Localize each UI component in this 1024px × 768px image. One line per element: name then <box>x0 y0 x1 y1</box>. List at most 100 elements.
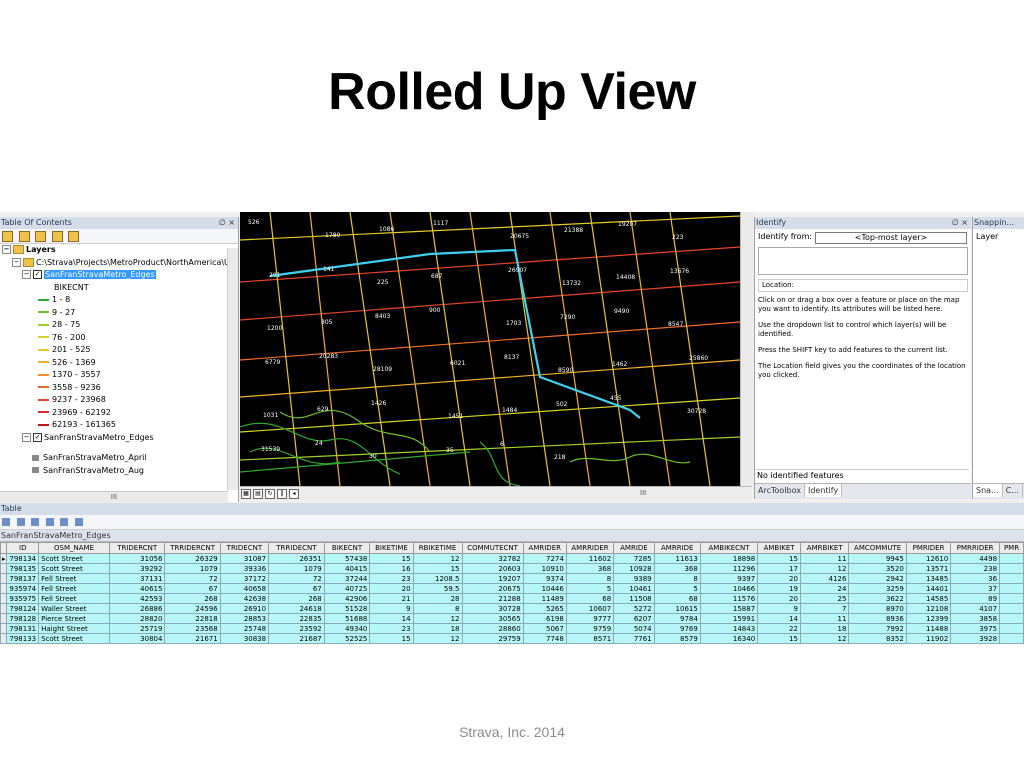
table-cell[interactable]: 10446 <box>522 583 567 594</box>
table-cell[interactable]: 5265 <box>522 603 567 614</box>
layer-visibility-checkbox[interactable]: ✓ <box>33 432 42 442</box>
table-cell[interactable] <box>999 633 1024 644</box>
table-cell[interactable]: 72 <box>268 573 325 584</box>
table-cell[interactable]: 9397 <box>699 573 759 584</box>
table-cell[interactable]: 37 <box>950 583 1001 594</box>
table-cell[interactable]: 15 <box>369 553 414 564</box>
clear-selection-icon[interactable] <box>60 518 69 526</box>
table-cell[interactable]: 798137 <box>6 573 40 584</box>
table-cell[interactable]: 37244 <box>323 573 371 584</box>
column-header[interactable]: PMR <box>999 542 1024 554</box>
layer-aug[interactable]: SanFranStravaMetro_Aug <box>2 465 238 478</box>
table-cell[interactable]: 51528 <box>323 603 371 614</box>
table-cell[interactable]: 15 <box>757 553 801 564</box>
table-cell[interactable] <box>999 563 1024 574</box>
table-cell[interactable] <box>999 623 1024 634</box>
legend-item[interactable]: 62193 - 161365 <box>2 419 238 432</box>
table-cell[interactable]: 14 <box>757 613 801 624</box>
table-cell[interactable]: 67 <box>268 583 325 594</box>
table-cell[interactable]: 238 <box>950 563 1001 574</box>
table-cell[interactable]: 21671 <box>164 633 221 644</box>
table-cell[interactable]: 11489 <box>522 593 567 604</box>
table-cell[interactable]: 15887 <box>699 603 759 614</box>
table-cell[interactable]: 16340 <box>699 633 759 644</box>
column-header[interactable]: TRRIDECNT <box>268 542 325 554</box>
map-view[interactable]: 526 1780 1086 1117 20675 21388 19207 223 201 141 2… <box>240 212 740 486</box>
table-cell[interactable]: 3259 <box>848 583 907 594</box>
table-cell[interactable]: 17 <box>757 563 801 574</box>
table-cell[interactable]: 9374 <box>522 573 567 584</box>
location-field[interactable]: Location: <box>758 279 968 292</box>
table-cell[interactable]: 24 <box>799 583 850 594</box>
column-header[interactable]: AMRIDER <box>522 542 567 554</box>
tab-snapping[interactable]: Sna... <box>973 484 1003 497</box>
list-by-source-icon[interactable] <box>18 231 30 242</box>
table-row[interactable]: 798137 Fell Street 37131 72 37172 72 37244 23 12… <box>0 573 1024 584</box>
table-cell[interactable]: 24618 <box>268 603 325 614</box>
table-cell[interactable]: Pierce Street <box>38 613 110 624</box>
table-cell[interactable]: 51688 <box>323 613 371 624</box>
legend-item[interactable]: 3558 - 9236 <box>2 382 238 395</box>
map-horizontal-scrollbar[interactable]: III <box>640 489 646 497</box>
table-cell[interactable]: 11488 <box>905 623 952 634</box>
table-cell[interactable]: 11576 <box>699 593 759 604</box>
column-header[interactable]: AMBIKECNT <box>699 542 759 554</box>
table-cell[interactable]: 268 <box>268 593 325 604</box>
table-cell[interactable]: 40725 <box>323 583 371 594</box>
table-cell[interactable]: 3520 <box>848 563 907 574</box>
table-cell[interactable]: 57438 <box>323 553 371 564</box>
table-cell[interactable]: 39336 <box>219 563 270 574</box>
table-cell[interactable]: 37172 <box>219 573 270 584</box>
table-cell[interactable]: 935975 <box>6 593 40 604</box>
table-cell[interactable]: 24596 <box>164 603 221 614</box>
table-cell[interactable]: 268 <box>164 593 221 604</box>
table-cell[interactable]: Haight Street <box>38 623 110 634</box>
table-cell[interactable]: 9 <box>757 603 801 614</box>
table-cell[interactable]: 7 <box>799 603 850 614</box>
table-cell[interactable]: 8579 <box>653 633 701 644</box>
legend-item[interactable]: 9 - 27 <box>2 307 238 320</box>
table-cell[interactable]: 40615 <box>108 583 166 594</box>
table-cell[interactable]: 9759 <box>565 623 615 634</box>
table-cell[interactable]: 7748 <box>522 633 567 644</box>
table-cell[interactable]: 23592 <box>268 623 325 634</box>
list-by-visibility-icon[interactable] <box>35 231 47 242</box>
table-cell[interactable]: 8970 <box>848 603 907 614</box>
table-cell[interactable]: 11508 <box>613 593 655 604</box>
collapse-icon[interactable]: − <box>2 245 11 254</box>
table-cell[interactable] <box>999 613 1024 624</box>
table-cell[interactable]: 5074 <box>613 623 655 634</box>
column-header[interactable]: PMRRIDER <box>950 542 1001 554</box>
legend-item[interactable]: 1 - 8 <box>2 294 238 307</box>
table-cell[interactable]: 10910 <box>522 563 567 574</box>
table-cell[interactable]: 368 <box>565 563 615 574</box>
table-cell[interactable]: 15 <box>412 563 463 574</box>
layer-visibility-checkbox[interactable]: ✓ <box>33 270 42 279</box>
table-cell[interactable]: 13485 <box>905 573 952 584</box>
table-cell[interactable]: 42906 <box>323 593 371 604</box>
table-cell[interactable]: 7992 <box>848 623 907 634</box>
table-cell[interactable]: 8 <box>565 573 615 584</box>
table-cell[interactable]: 5272 <box>613 603 655 614</box>
table-cell[interactable]: 16 <box>369 563 414 574</box>
table-cell[interactable]: 21 <box>369 593 414 604</box>
layer-april[interactable]: SanFranStravaMetro_April <box>2 452 238 465</box>
tab-identify[interactable]: Identify <box>804 484 843 497</box>
identify-results-tree[interactable] <box>758 247 968 275</box>
options-icon[interactable] <box>68 231 80 242</box>
table-cell[interactable]: 20 <box>757 593 801 604</box>
table-cell[interactable]: 42638 <box>219 593 270 604</box>
table-cell[interactable]: 8 <box>412 603 463 614</box>
table-cell[interactable]: 11296 <box>699 563 759 574</box>
legend-item[interactable]: 76 - 200 <box>2 332 238 345</box>
column-header[interactable]: OSM_NAME <box>38 542 110 554</box>
table-cell[interactable]: 68 <box>653 593 701 604</box>
table-cell[interactable]: 798135 <box>6 563 40 574</box>
table-cell[interactable]: 12 <box>799 633 850 644</box>
layer-edges-label[interactable]: SanFranStravaMetro_Edges <box>44 270 156 279</box>
table-cell[interactable]: 39292 <box>108 563 166 574</box>
column-header[interactable]: AMRIDE <box>613 542 655 554</box>
layers-root[interactable]: − Layers <box>2 244 238 257</box>
table-cell[interactable]: 26329 <box>164 553 221 564</box>
table-cell[interactable]: 10928 <box>613 563 655 574</box>
